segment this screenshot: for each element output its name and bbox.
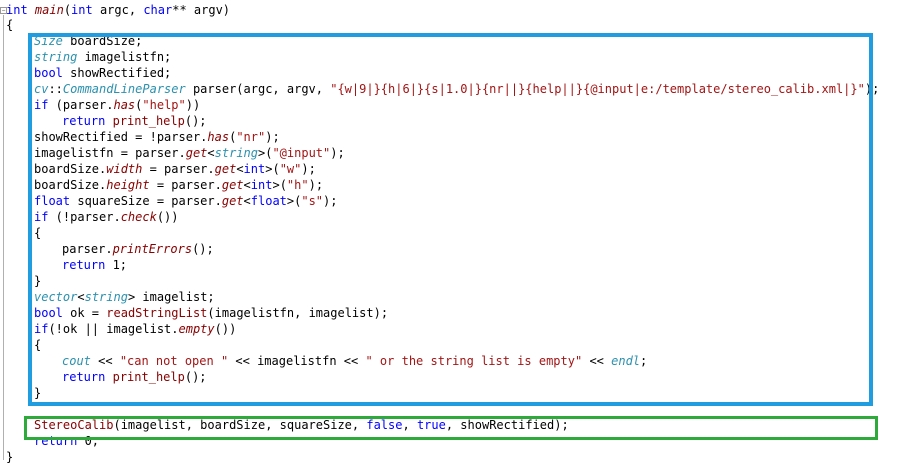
- code-token: int: [71, 3, 93, 17]
- code-token: }: [6, 450, 14, 464]
- fold-gutter: −: [0, 0, 7, 474]
- code-token: int: [6, 3, 35, 17]
- code-token: char: [143, 3, 173, 17]
- highlight-box-blue: [28, 33, 873, 406]
- code-token: {: [6, 18, 14, 32]
- code-editor[interactable]: − int main(int argc, char** argv){Size b…: [0, 0, 907, 474]
- fold-guide-line: [3, 15, 4, 460]
- code-token: (: [63, 3, 72, 17]
- code-token: ** argv): [172, 3, 231, 17]
- highlight-box-green: [24, 416, 878, 440]
- code-token: main: [34, 3, 64, 17]
- code-token: argc,: [92, 3, 144, 17]
- code-line[interactable]: int main(int argc, char** argv): [6, 2, 230, 18]
- code-line[interactable]: {: [6, 17, 13, 33]
- code-line[interactable]: }: [6, 449, 13, 465]
